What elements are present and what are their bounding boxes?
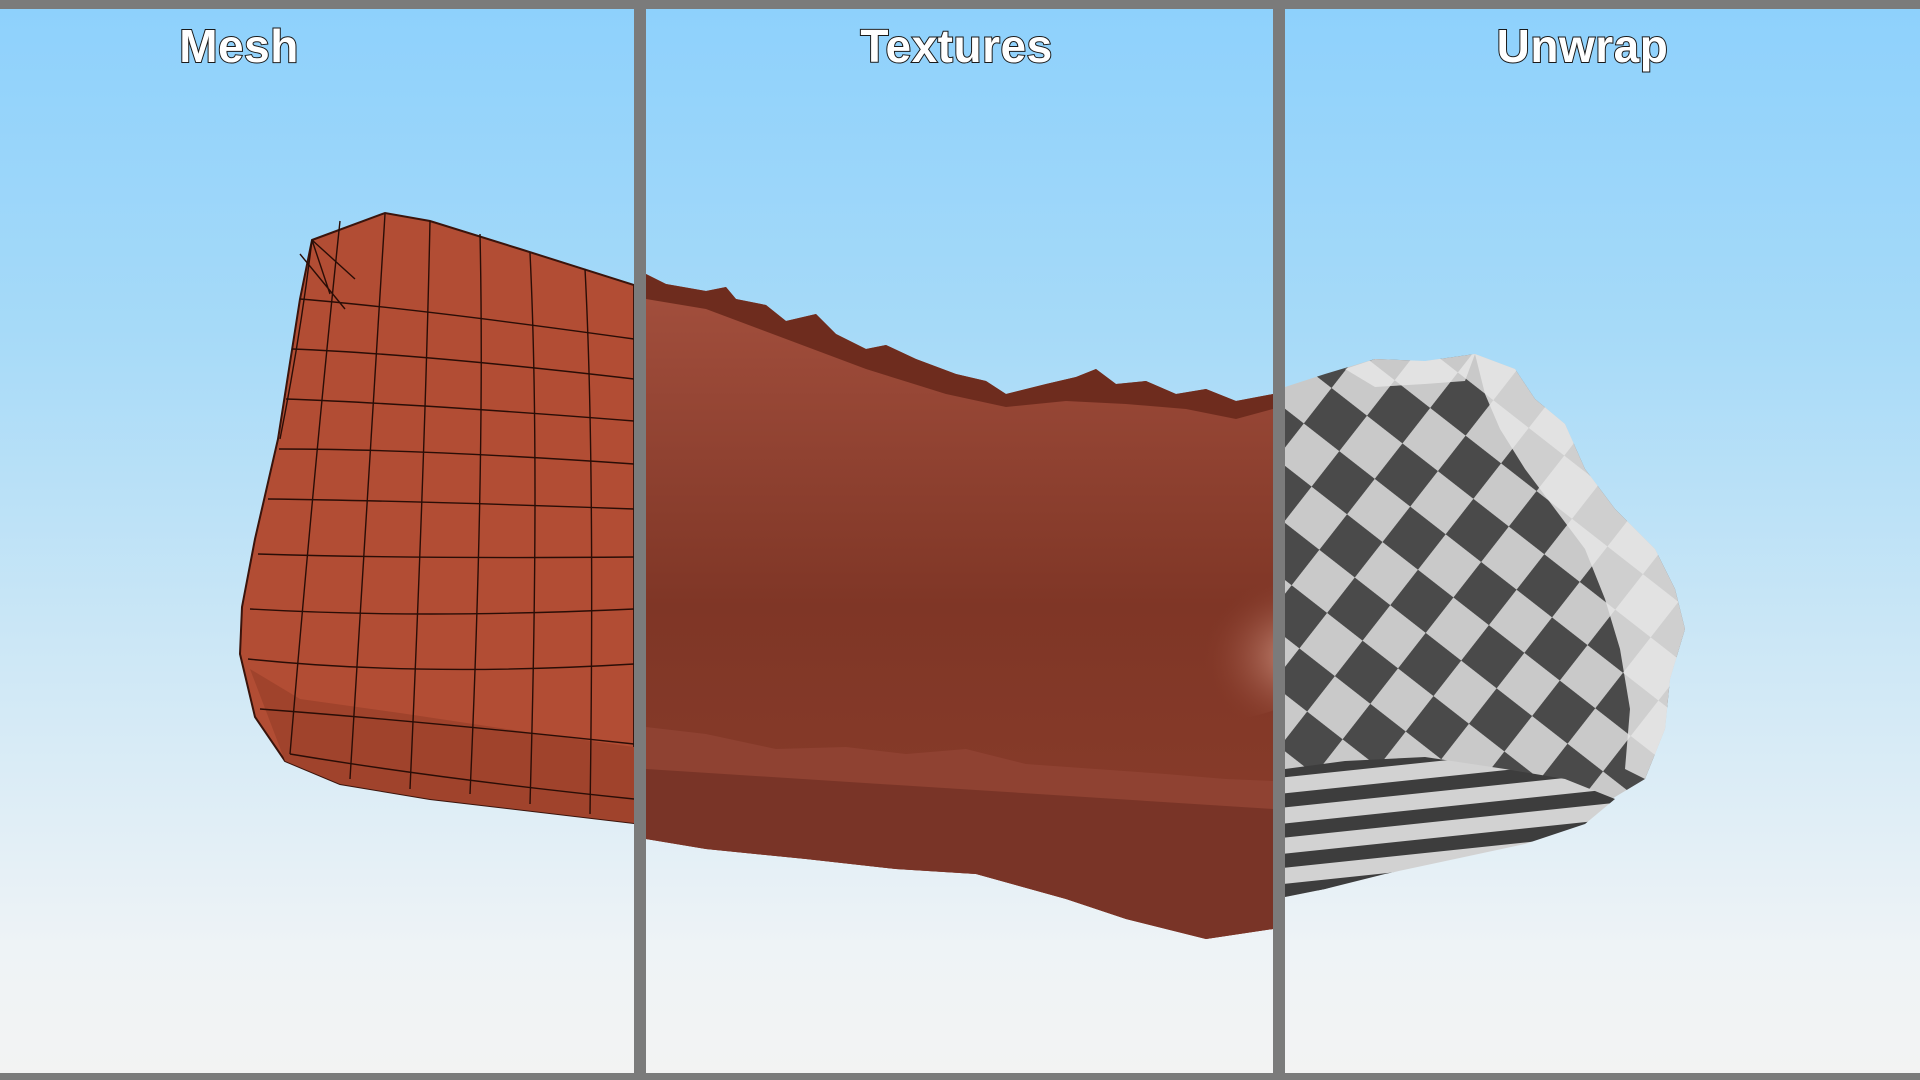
panel-title-textures: Textures bbox=[859, 19, 1053, 73]
uv-checker-model bbox=[1285, 354, 1685, 897]
mesh-panel: Mesh bbox=[0, 9, 634, 1073]
panel-title-unwrap: Unwrap bbox=[1496, 19, 1669, 73]
panel-title-mesh: Mesh bbox=[178, 19, 299, 73]
wireframe-model bbox=[238, 211, 634, 825]
textures-panel: Textures bbox=[646, 9, 1273, 1073]
textured-model bbox=[646, 274, 1273, 939]
comparison-image: Mesh Textures Unwrap bbox=[0, 0, 1920, 1080]
unwrap-panel: Unwrap bbox=[1285, 9, 1920, 1073]
